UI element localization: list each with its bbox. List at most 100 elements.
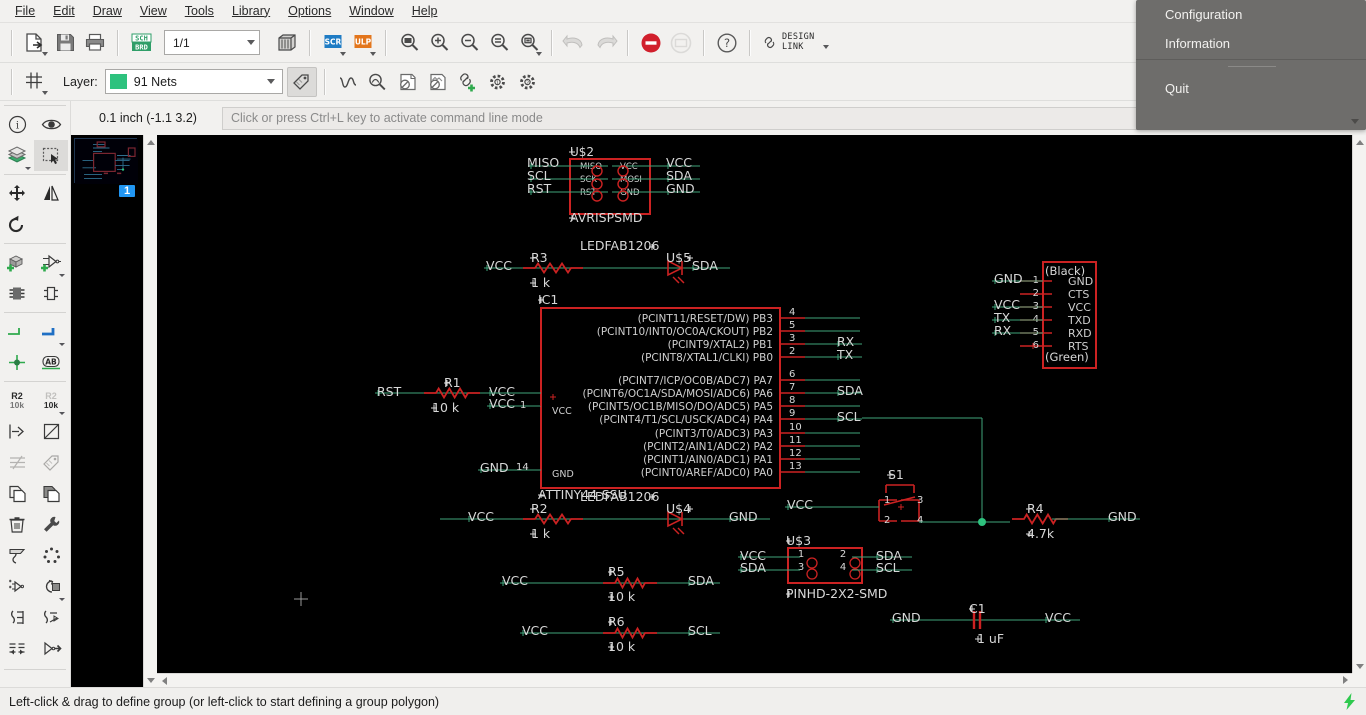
script-caret-icon[interactable]	[340, 51, 346, 56]
paint-tool[interactable]	[0, 540, 34, 571]
layer-select[interactable]: 91 Nets	[104, 69, 283, 94]
value-caret-icon[interactable]	[59, 412, 65, 415]
add-pin-tool[interactable]	[0, 571, 34, 602]
gear-two-button[interactable]: 2	[513, 67, 543, 97]
menu-view[interactable]: View	[131, 1, 176, 22]
canvas-scroll-right-button[interactable]	[1338, 673, 1352, 687]
paste-tool[interactable]	[34, 478, 68, 509]
label-tool[interactable]: AB	[34, 347, 68, 378]
value-tool[interactable]: R2 10k	[34, 385, 68, 416]
add-gate-tool[interactable]	[34, 247, 68, 278]
design-link-button[interactable]: DESIGN LINK	[758, 32, 833, 52]
grid-button[interactable]	[20, 67, 50, 97]
canvas-scroll-down-button[interactable]	[1353, 659, 1366, 673]
package-tool[interactable]	[34, 571, 68, 602]
open-file-button[interactable]	[20, 28, 50, 58]
svg-text:SCR: SCR	[325, 38, 342, 47]
menu-window[interactable]: Window	[340, 1, 402, 22]
menu-item-information[interactable]: Information	[1136, 29, 1366, 58]
add-link-button[interactable]	[453, 67, 483, 97]
script-button[interactable]: SCR	[318, 28, 348, 58]
ulp-caret-icon[interactable]	[370, 51, 376, 56]
menu-library[interactable]: Library	[223, 1, 279, 22]
sheet-thumbnail[interactable]	[74, 138, 138, 184]
sheets-panel-scrollbar[interactable]	[143, 135, 157, 687]
open-file-caret-icon[interactable]	[42, 51, 48, 56]
bus-tool[interactable]	[34, 316, 68, 347]
group-tool[interactable]	[34, 140, 68, 171]
sheet-selector[interactable]: 1/1	[164, 30, 260, 55]
zoom-fit-button[interactable]	[394, 28, 424, 58]
no-image-button[interactable]	[423, 67, 453, 97]
gear-one-button[interactable]: 1	[483, 67, 513, 97]
miter-tool[interactable]	[34, 416, 68, 447]
show-tool[interactable]	[34, 109, 68, 140]
menu-item-quit[interactable]: Quit	[1136, 74, 1366, 103]
zoom-select-caret-icon[interactable]	[536, 51, 542, 56]
redo-button[interactable]	[590, 28, 620, 58]
gate-swap-tool[interactable]	[34, 633, 68, 664]
library-button[interactable]	[272, 28, 302, 58]
dimension-tool[interactable]	[0, 633, 34, 664]
canvas-horizontal-scrollbar[interactable]	[157, 673, 1352, 687]
copy-tool[interactable]	[0, 478, 34, 509]
change-tool[interactable]	[34, 509, 68, 540]
erc-zoom-button[interactable]	[363, 67, 393, 97]
menu-file[interactable]: File	[6, 1, 44, 22]
replace-tool[interactable]	[0, 278, 34, 309]
save-button[interactable]	[50, 28, 80, 58]
layer-settings-button[interactable]	[286, 66, 317, 97]
split-tool[interactable]	[0, 447, 34, 478]
canvas-vertical-scrollbar[interactable]	[1352, 135, 1366, 673]
ulp-button[interactable]: ULP	[348, 28, 378, 58]
delete-tool[interactable]	[0, 509, 34, 540]
switch-to-board-button[interactable]: SCH BRD	[126, 28, 156, 58]
zoom-in-button[interactable]	[424, 28, 454, 58]
menu-edit[interactable]: Edit	[44, 1, 84, 22]
stop-button[interactable]	[636, 28, 666, 58]
undo-button[interactable]	[560, 28, 590, 58]
sheet-number-badge[interactable]: 1	[118, 185, 136, 197]
schematic-canvas[interactable]: U$2 AVRISPSMD MISO MISO SCK SCL RST RST VCC VCC MO…	[157, 135, 1352, 673]
ratsnest-button[interactable]	[666, 28, 696, 58]
lightning-bolt-indicator[interactable]	[1332, 692, 1366, 711]
grid-caret-icon[interactable]	[42, 90, 48, 95]
zoom-out-button[interactable]	[454, 28, 484, 58]
no-drc-button[interactable]	[393, 67, 423, 97]
optimize-tool[interactable]	[34, 540, 68, 571]
help-button[interactable]: ?	[712, 28, 742, 58]
menu-tools[interactable]: Tools	[176, 1, 223, 22]
sheets-scroll-up-button[interactable]	[144, 135, 157, 149]
invoke-tool[interactable]	[34, 278, 68, 309]
net-button[interactable]	[333, 67, 363, 97]
name-tool[interactable]: R2 10k	[0, 385, 34, 416]
add-gate-caret-icon[interactable]	[59, 274, 65, 277]
wire-bend-tool[interactable]	[0, 602, 34, 633]
route-tool[interactable]	[34, 602, 68, 633]
net-wave-icon	[339, 76, 356, 88]
canvas-scroll-left-button[interactable]	[157, 674, 171, 688]
menu-item-configuration[interactable]: Configuration	[1136, 0, 1366, 29]
rotate-tool[interactable]	[0, 209, 34, 240]
bus-caret-icon[interactable]	[59, 343, 65, 346]
menu-options[interactable]: Options	[279, 1, 340, 22]
menu-draw[interactable]: Draw	[84, 1, 131, 22]
sheets-scroll-down-button[interactable]	[144, 673, 157, 687]
layers-caret-icon[interactable]	[25, 167, 31, 170]
package-caret-icon[interactable]	[59, 598, 65, 601]
canvas-scroll-up-button[interactable]	[1353, 135, 1366, 149]
move-tool[interactable]	[0, 178, 34, 209]
mirror-tool[interactable]	[34, 178, 68, 209]
menu-help[interactable]: Help	[403, 1, 447, 22]
smash-tool[interactable]	[0, 416, 34, 447]
zoom-redraw-button[interactable]	[484, 28, 514, 58]
zoom-select-button[interactable]	[514, 28, 544, 58]
junction-tool[interactable]	[0, 347, 34, 378]
add-part-tool[interactable]	[0, 247, 34, 278]
display-layers-tool[interactable]	[0, 140, 34, 171]
net-tool[interactable]	[0, 316, 34, 347]
print-button[interactable]	[80, 28, 110, 58]
info-tool[interactable]: i	[0, 109, 34, 140]
attribute-tool[interactable]	[34, 447, 68, 478]
design-link-caret-icon[interactable]	[822, 44, 829, 49]
